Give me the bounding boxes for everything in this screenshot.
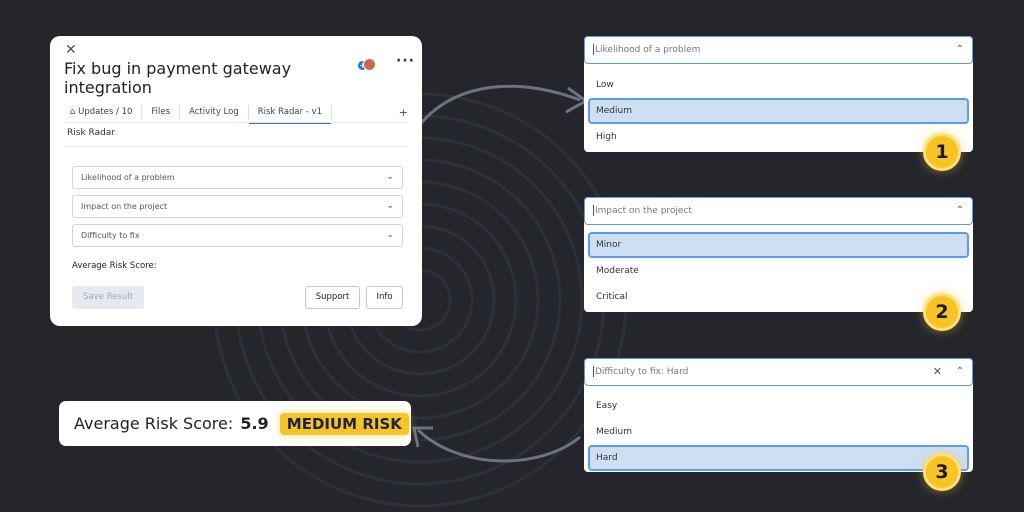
option-medium[interactable]: Medium <box>588 419 969 445</box>
impact-input[interactable]: Impact on the project⌃ <box>584 197 973 225</box>
tab-updates[interactable]: ⌂ Updates / 10 <box>64 105 142 119</box>
user-avatar-icon <box>363 58 376 71</box>
arrow-head-2 <box>414 428 433 447</box>
clear-icon[interactable]: ✕ <box>933 359 942 385</box>
tab-bar: ⌂ Updates / 10 Files Activity Log Risk R… <box>64 102 408 122</box>
option-medium[interactable]: Medium <box>588 98 969 124</box>
tab-risk-radar[interactable]: Risk Radar - v1 <box>249 105 332 119</box>
option-high[interactable]: High <box>588 124 969 150</box>
task-panel: ✕ Fix bug in payment gateway integration… <box>50 36 422 326</box>
average-risk-label: Average Risk Score: <box>72 261 157 271</box>
option-low[interactable]: Low <box>588 72 969 98</box>
risk-level-badge: MEDIUM RISK <box>280 413 409 435</box>
more-icon[interactable]: ··· <box>396 53 415 69</box>
option-moderate[interactable]: Moderate <box>588 258 969 284</box>
section-title: Risk Radar <box>67 128 115 138</box>
divider <box>64 122 408 123</box>
chevron-down-icon: ⌄ <box>386 225 394 246</box>
option-easy[interactable]: Easy <box>588 393 969 419</box>
option-minor[interactable]: Minor <box>588 232 969 258</box>
difficulty-input[interactable]: Difficulty to fix: Hard✕⌃ <box>584 358 973 386</box>
page-title: Fix bug in payment gateway integration <box>64 59 314 97</box>
support-button[interactable]: Support <box>305 286 360 309</box>
info-button[interactable]: Info <box>366 286 403 309</box>
close-icon[interactable]: ✕ <box>65 42 77 58</box>
add-tab-button[interactable]: + <box>399 106 408 119</box>
step-badge-3: 3 <box>923 453 961 491</box>
chevron-up-icon[interactable]: ⌃ <box>956 198 964 224</box>
chevron-down-icon: ⌄ <box>386 196 394 217</box>
difficulty-dropdown: Difficulty to fix: Hard✕⌃ Easy Medium Ha… <box>584 358 973 472</box>
step-badge-1: 1 <box>923 133 961 171</box>
save-result-button[interactable]: Save Result <box>72 286 144 309</box>
likelihood-input[interactable]: Likelihood of a problem⌃ <box>584 36 973 64</box>
chevron-up-icon[interactable]: ⌃ <box>956 37 964 63</box>
step-badge-2: 2 <box>923 293 961 331</box>
chevron-down-icon: ⌄ <box>386 167 394 188</box>
tab-files[interactable]: Files <box>142 105 180 119</box>
impact-select[interactable]: Impact on the project⌄ <box>72 195 403 218</box>
chevron-up-icon[interactable]: ⌃ <box>956 359 964 385</box>
likelihood-dropdown: Likelihood of a problem⌃ Low Medium High <box>584 36 973 152</box>
difficulty-select[interactable]: Difficulty to fix⌄ <box>72 224 403 247</box>
divider <box>64 146 408 147</box>
risk-score-card: Average Risk Score: 5.9 MEDIUM RISK <box>59 401 411 446</box>
option-critical[interactable]: Critical <box>588 284 969 310</box>
likelihood-select[interactable]: Likelihood of a problem⌄ <box>72 166 403 189</box>
avatar[interactable]: + <box>358 58 376 72</box>
option-hard[interactable]: Hard <box>588 445 969 471</box>
tab-activity-log[interactable]: Activity Log <box>180 105 249 119</box>
home-icon: ⌂ <box>70 107 78 117</box>
impact-dropdown: Impact on the project⌃ Minor Moderate Cr… <box>584 197 973 312</box>
risk-score-value: 5.9 <box>240 414 268 433</box>
